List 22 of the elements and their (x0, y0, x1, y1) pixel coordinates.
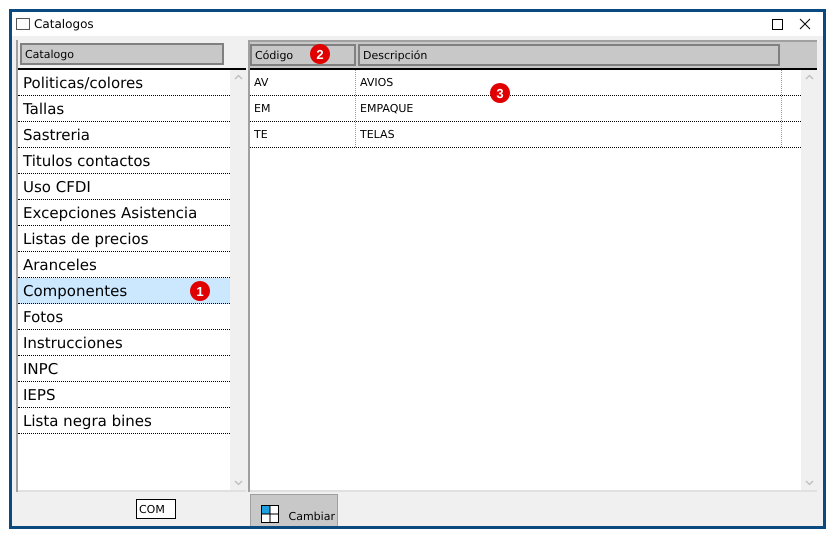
change-button[interactable]: Cambiar (250, 494, 338, 526)
table-cell: EM (250, 96, 356, 121)
maximize-icon (772, 18, 782, 30)
table-cell: TE (250, 122, 356, 147)
catalog-item[interactable]: Componentes 1 (18, 278, 230, 304)
scroll-up-icon[interactable] (804, 74, 814, 80)
grid-icon (261, 505, 279, 523)
callout-badge: 3 (490, 83, 510, 103)
window-title: Catalogos (34, 17, 95, 31)
table-cell: TELAS (356, 122, 782, 147)
scroll-down-icon[interactable] (234, 480, 242, 486)
callout-badge: 1 (190, 281, 210, 301)
column-header[interactable]: Catalogo (20, 43, 224, 65)
close-icon (799, 18, 811, 30)
scroll-up-icon[interactable] (234, 74, 242, 80)
column-header[interactable]: Descripción (358, 44, 780, 66)
callout-badge: 2 (310, 44, 330, 64)
code-field[interactable]: COM (136, 499, 176, 519)
table-cell: AV (250, 70, 356, 95)
scroll-down-icon[interactable] (804, 480, 814, 486)
column-header[interactable]: Código 2 (250, 44, 356, 66)
window-icon (16, 18, 30, 30)
